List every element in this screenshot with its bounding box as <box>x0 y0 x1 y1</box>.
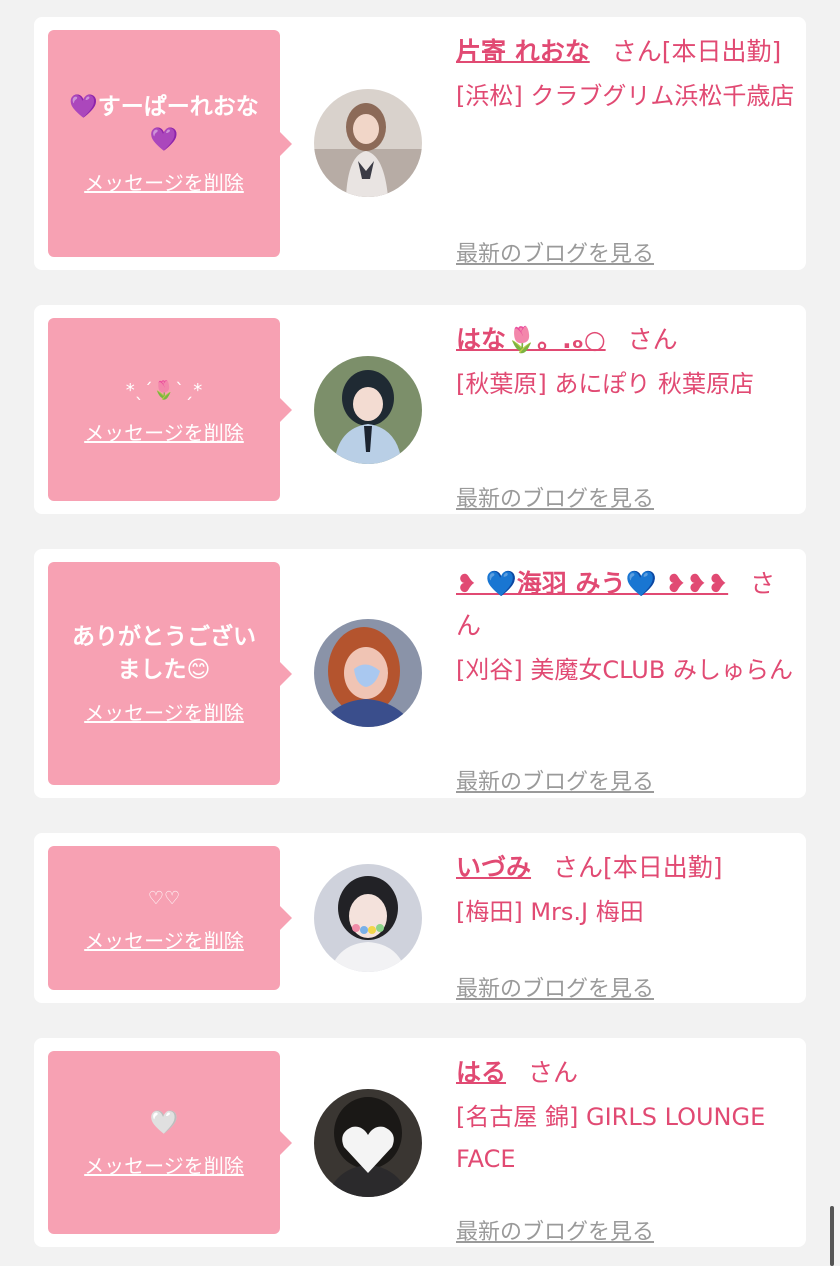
avatar[interactable] <box>314 356 422 464</box>
girl-info: ❥ 💙海羽 みう💙 ❥❥❥ さん [刈谷] 美魔女CLUB みしゅらん 最新のブロ… <box>456 563 796 795</box>
message-text: 💜すーぱーれおな 💜 <box>69 94 259 153</box>
message-bubble: ♡♡ メッセージを削除 <box>48 846 292 990</box>
message-card: *ˎˊ🌷ˋˏ* メッセージを削除 はな🌷。.ₒ○ さん [秋葉原] あにぽり 秋葉… <box>34 305 806 514</box>
message-bubble: ありがとうござい ました😊 メッセージを削除 <box>48 562 292 785</box>
person-photo-icon <box>314 89 422 197</box>
san-label: さん <box>553 853 604 882</box>
latest-blog-link[interactable]: 最新のブログを見る <box>456 1214 654 1246</box>
avatar[interactable] <box>314 1089 422 1197</box>
scrollbar[interactable] <box>830 1206 834 1266</box>
girl-name-link[interactable]: ❥ 💙海羽 みう💙 ❥❥❥ <box>456 569 728 598</box>
message-card: 🤍 メッセージを削除 はる さん [名古屋 錦] GIRLS LOUNGE FAC… <box>34 1038 806 1247</box>
delete-message-link[interactable]: メッセージを削除 <box>84 167 244 196</box>
girl-name-link[interactable]: はる <box>456 1058 506 1087</box>
san-label: さん <box>627 325 678 354</box>
status-label: [本日出勤] <box>603 853 723 882</box>
delete-message-link[interactable]: メッセージを削除 <box>84 697 244 726</box>
san-label: さん <box>611 37 662 66</box>
status-label: [本日出勤] <box>661 37 782 66</box>
message-text: 🤍 <box>149 1109 179 1136</box>
message-card: ありがとうござい ました😊 メッセージを削除 ❥ 💙海羽 みう💙 ❥❥❥ さん [… <box>34 549 806 798</box>
latest-blog-link[interactable]: 最新のブログを見る <box>456 481 654 513</box>
girl-name-link[interactable]: はな🌷。.ₒ○ <box>456 325 606 354</box>
person-photo-icon <box>314 1089 422 1197</box>
message-bubble: 💜すーぱーれおな 💜 メッセージを削除 <box>48 30 292 257</box>
delete-message-link[interactable]: メッセージを削除 <box>84 417 244 446</box>
latest-blog-link[interactable]: 最新のブログを見る <box>456 971 654 1003</box>
delete-message-link[interactable]: メッセージを削除 <box>84 1150 244 1179</box>
message-bubble: *ˎˊ🌷ˋˏ* メッセージを削除 <box>48 318 292 501</box>
message-bubble: 🤍 メッセージを削除 <box>48 1051 292 1234</box>
shop-label: [秋葉原] あにぽり 秋葉原店 <box>456 370 754 398</box>
san-label: さん <box>528 1058 579 1087</box>
delete-message-link[interactable]: メッセージを削除 <box>84 925 244 954</box>
message-card: ♡♡ メッセージを削除 いづみ さん[本日出勤] [梅田] Mrs.J 梅田 最新… <box>34 833 806 1003</box>
girl-info: いづみ さん[本日出勤] [梅田] Mrs.J 梅田 最新のブログを見る <box>456 847 796 1002</box>
message-card: 💜すーぱーれおな 💜 メッセージを削除 片寄 れおな さん[本日出勤] [浜松] … <box>34 17 806 270</box>
person-photo-icon <box>314 864 422 972</box>
latest-blog-link[interactable]: 最新のブログを見る <box>456 236 654 268</box>
girl-name-link[interactable]: 片寄 れおな <box>456 37 590 66</box>
shop-label: [刈谷] 美魔女CLUB みしゅらん <box>456 656 793 684</box>
shop-label: [梅田] Mrs.J 梅田 <box>456 898 644 926</box>
shop-label: [名古屋 錦] GIRLS LOUNGE FACE <box>456 1103 766 1173</box>
person-photo-icon <box>314 619 422 727</box>
message-text: ♡♡ <box>147 888 181 909</box>
person-photo-icon <box>314 356 422 464</box>
avatar[interactable] <box>314 864 422 972</box>
shop-label: [浜松] クラブグリム浜松千歳店 <box>456 82 795 110</box>
latest-blog-link[interactable]: 最新のブログを見る <box>456 764 654 796</box>
girl-info: 片寄 れおな さん[本日出勤] [浜松] クラブグリム浜松千歳店 最新のブログを見… <box>456 31 796 267</box>
girl-info: はる さん [名古屋 錦] GIRLS LOUNGE FACE 最新のブログを見る <box>456 1052 796 1245</box>
message-text: *ˎˊ🌷ˋˏ* <box>125 379 203 401</box>
girl-info: はな🌷。.ₒ○ さん [秋葉原] あにぽり 秋葉原店 最新のブログを見る <box>456 319 796 512</box>
avatar[interactable] <box>314 619 422 727</box>
avatar[interactable] <box>314 89 422 197</box>
message-text: ありがとうござい ました😊 <box>72 624 256 683</box>
girl-name-link[interactable]: いづみ <box>456 853 531 882</box>
